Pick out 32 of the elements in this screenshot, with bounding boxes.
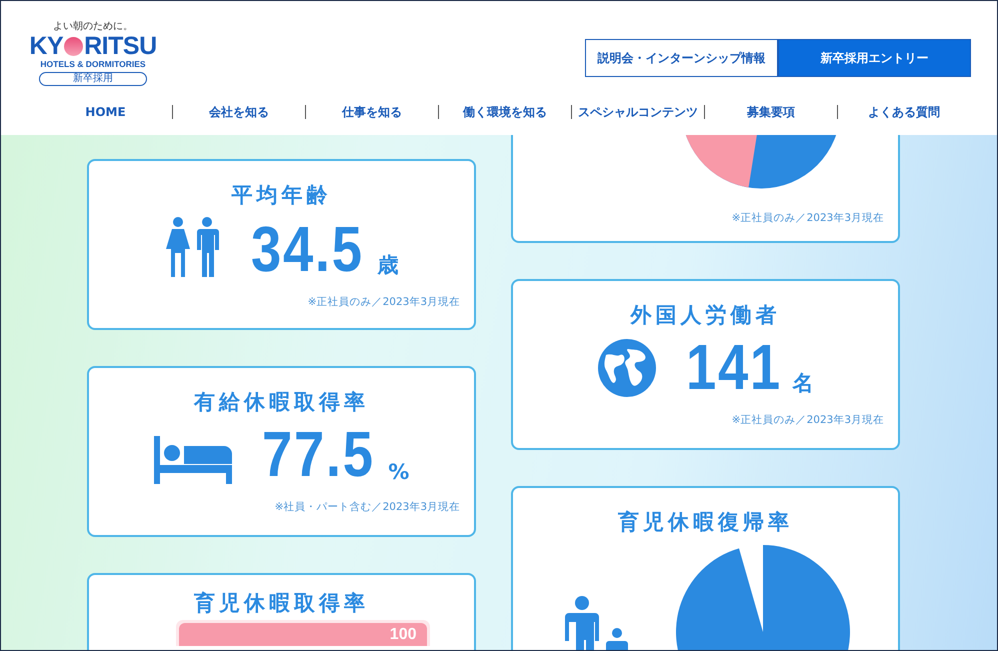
people-icon: [164, 217, 221, 279]
footnote: ※正社員のみ／2023年3月現在: [732, 413, 884, 427]
stat-value: 141: [686, 337, 782, 397]
nav-link[interactable]: 会社を知る: [209, 104, 269, 120]
footnote: ※正社員のみ／2023年3月現在: [732, 211, 884, 225]
stat-value: 34.5: [250, 219, 364, 279]
card-title: 外国人労働者: [630, 302, 780, 329]
info-button[interactable]: 説明会・インターンシップ情報: [585, 39, 778, 77]
logo-badge: 新卒採用: [39, 72, 147, 86]
logo-subtitle: HOTELS & DORMITORIES: [40, 59, 146, 70]
logo[interactable]: KY RITSU: [29, 33, 157, 59]
bar-value: 100: [390, 626, 416, 644]
nav-link[interactable]: 仕事を知る: [342, 104, 402, 120]
nav-link[interactable]: HOME: [85, 105, 126, 119]
footnote: ※正社員のみ／2023年3月現在: [308, 295, 460, 309]
globe-icon: [598, 339, 656, 397]
card-title: 有給休暇取得率: [194, 389, 369, 416]
logo-tagline: よい朝のために。: [53, 21, 133, 33]
stat-unit: 名: [792, 370, 814, 397]
footnote: ※社員・パート含む／2023年3月現在: [274, 500, 460, 514]
stat-unit: 歳: [377, 252, 398, 279]
card-title: 平均年齢: [232, 182, 332, 209]
stat-unit: %: [388, 460, 410, 484]
bed-icon: [154, 436, 232, 484]
nav-link[interactable]: 募集要項: [747, 104, 795, 120]
card-title: 育児休暇復帰率: [618, 509, 793, 536]
stat-value: 77.5: [262, 424, 374, 484]
nav-link[interactable]: よくある質問: [868, 104, 940, 120]
nav-link[interactable]: 働く環境を知る: [463, 104, 547, 120]
card-title: 育児休暇取得率: [194, 590, 369, 617]
nav-link[interactable]: スペシャルコンテンツ: [578, 104, 698, 120]
entry-button[interactable]: 新卒採用エントリー: [778, 39, 971, 77]
